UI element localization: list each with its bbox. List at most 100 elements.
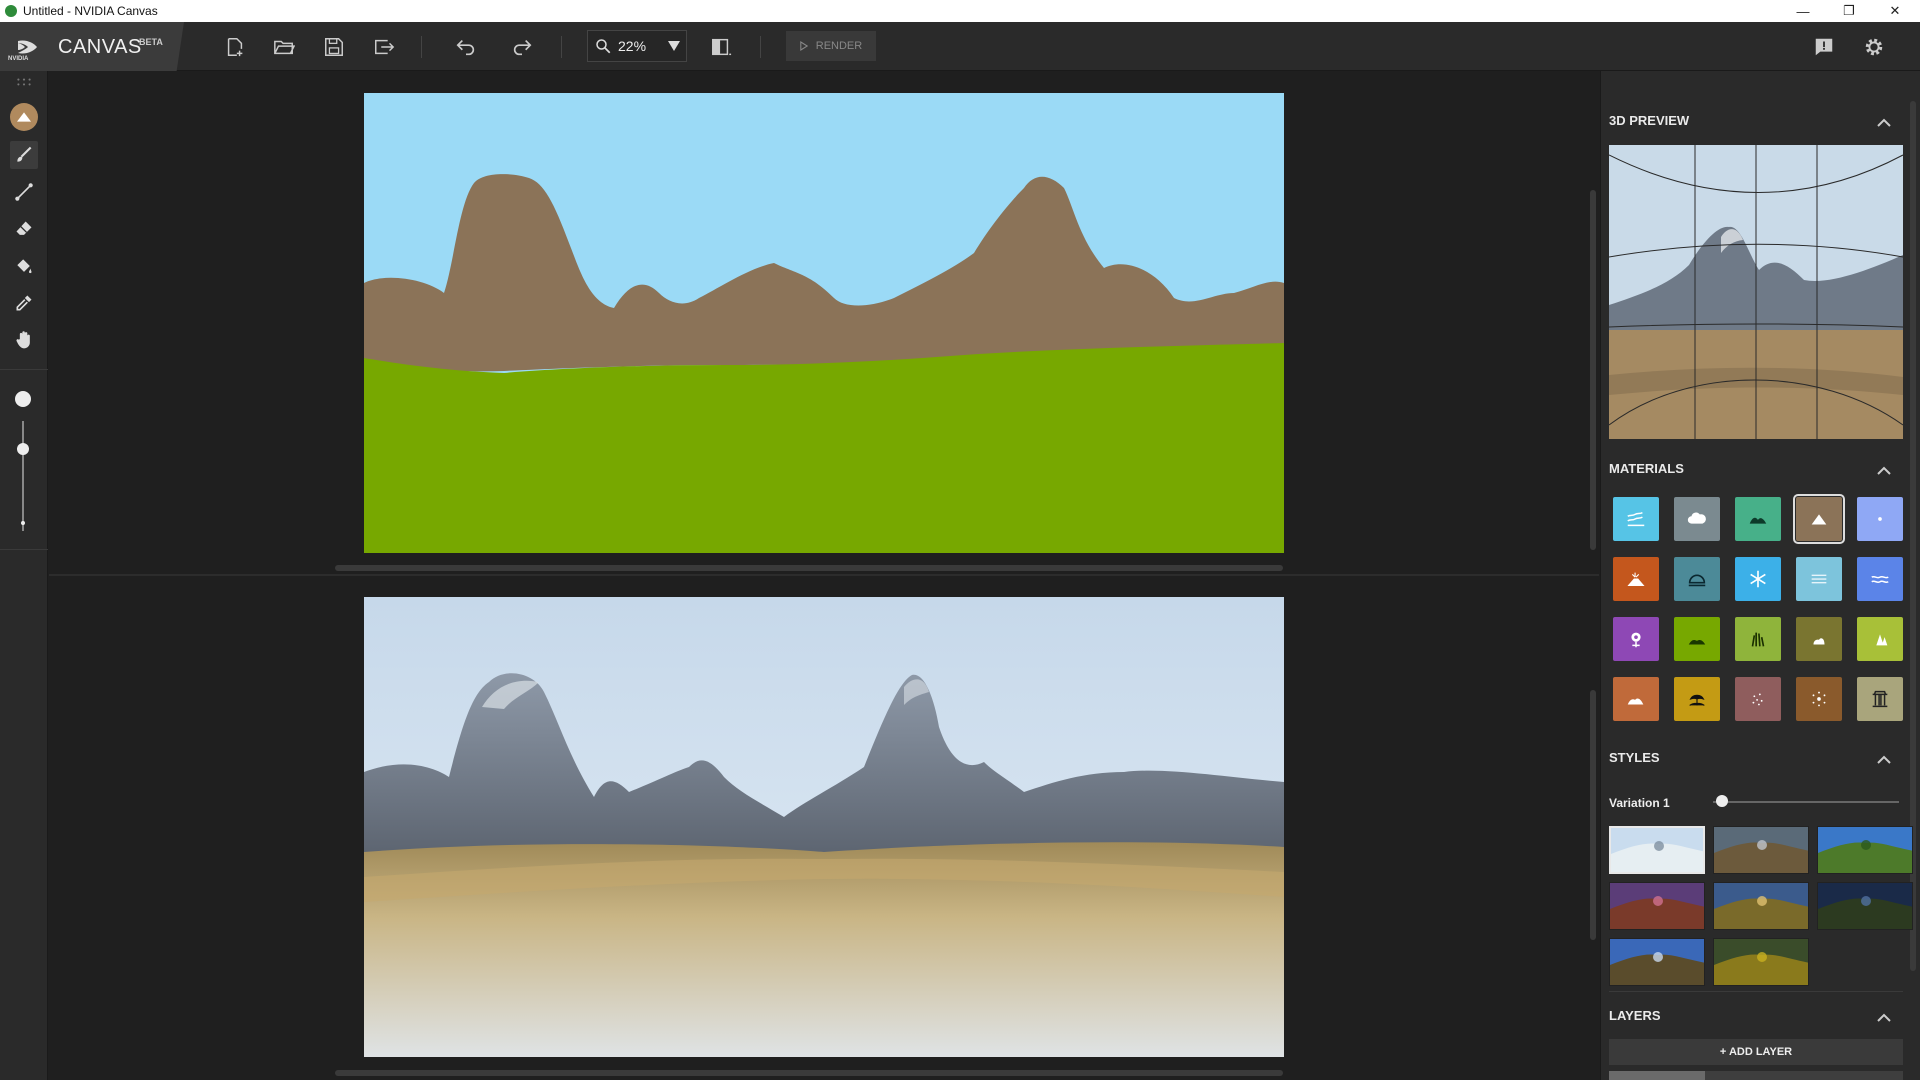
redo-button[interactable] bbox=[508, 33, 536, 61]
material-sand-button[interactable] bbox=[1674, 677, 1720, 721]
style-thumbnail-image bbox=[1611, 828, 1703, 872]
line-tool[interactable] bbox=[10, 178, 38, 206]
brush-size-slider[interactable] bbox=[22, 421, 24, 531]
brush-tool[interactable] bbox=[10, 141, 38, 169]
add-layer-button[interactable]: + ADD LAYER bbox=[1609, 1039, 1903, 1065]
style-thumbnail[interactable] bbox=[1609, 938, 1705, 986]
window-title-bar: Untitled - NVIDIA Canvas — ❐ ✕ bbox=[0, 0, 1920, 22]
style-thumbnail[interactable] bbox=[1713, 882, 1809, 930]
style-thumbnail[interactable] bbox=[1817, 826, 1913, 874]
water-icon bbox=[1627, 511, 1645, 527]
vertical-scrollbar[interactable] bbox=[1590, 190, 1596, 550]
export-button[interactable] bbox=[370, 33, 398, 61]
sand-icon bbox=[1689, 694, 1705, 706]
material-building-button[interactable] bbox=[1857, 677, 1903, 721]
separator bbox=[0, 369, 48, 370]
vertical-scrollbar[interactable] bbox=[1590, 690, 1596, 940]
material-volcano-button[interactable] bbox=[1613, 557, 1659, 601]
brand: NVIDIA CANVAS BETA bbox=[0, 22, 184, 71]
material-bush-button[interactable] bbox=[1796, 617, 1842, 661]
material-mountain-icon bbox=[10, 103, 38, 131]
style-thumbnail-image bbox=[1714, 939, 1808, 985]
right-panel: 3D PREVIEW MATERIALS STYLES Variation 1 bbox=[1600, 71, 1920, 1080]
app-icon bbox=[5, 5, 17, 17]
material-fog-button[interactable] bbox=[1796, 557, 1842, 601]
eraser-tool[interactable] bbox=[10, 215, 38, 243]
beta-badge: BETA bbox=[139, 37, 163, 47]
feedback-icon bbox=[1815, 38, 1833, 56]
tool-strip bbox=[0, 71, 48, 1080]
material-snow-button[interactable] bbox=[1735, 557, 1781, 601]
material-gravel-button[interactable] bbox=[1735, 677, 1781, 721]
fill-tool[interactable] bbox=[10, 252, 38, 280]
minimize-icon[interactable]: — bbox=[1780, 0, 1826, 22]
rendered-landscape-image bbox=[364, 597, 1284, 1057]
material-water-button[interactable] bbox=[1613, 497, 1659, 541]
material-sea-button[interactable] bbox=[1857, 557, 1903, 601]
new-file-button[interactable] bbox=[221, 33, 249, 61]
render-button[interactable]: RENDER bbox=[786, 31, 876, 61]
fill-bucket-icon bbox=[17, 259, 32, 274]
material-reeds-button[interactable] bbox=[1735, 617, 1781, 661]
compare-button[interactable] bbox=[707, 33, 735, 61]
compare-icon bbox=[712, 38, 732, 56]
eyedropper-tool[interactable] bbox=[10, 289, 38, 317]
brush-size-knob[interactable] bbox=[17, 442, 29, 455]
variation-label: Variation 1 bbox=[1609, 796, 1670, 810]
canvas-divider[interactable] bbox=[49, 574, 1599, 576]
style-thumbnail-image bbox=[1714, 827, 1808, 873]
style-thumbnail[interactable] bbox=[1609, 882, 1705, 930]
open-button[interactable] bbox=[270, 33, 298, 61]
chevron-up-icon[interactable] bbox=[1877, 118, 1891, 128]
chevron-down-icon[interactable] bbox=[668, 41, 680, 51]
material-dirt-button[interactable] bbox=[1613, 677, 1659, 721]
style-thumbnail[interactable] bbox=[1817, 882, 1913, 930]
save-icon bbox=[325, 38, 343, 56]
material-rock-button[interactable] bbox=[1796, 677, 1842, 721]
material-flower-button[interactable] bbox=[1613, 617, 1659, 661]
settings-button[interactable] bbox=[1860, 33, 1888, 61]
style-thumbnail-image bbox=[1818, 827, 1912, 873]
material-sky-button[interactable] bbox=[1857, 497, 1903, 541]
material-grass-button[interactable] bbox=[1674, 617, 1720, 661]
material-cloud-button[interactable] bbox=[1674, 497, 1720, 541]
variation-slider[interactable] bbox=[1713, 801, 1899, 803]
zoom-control[interactable]: 22% bbox=[587, 30, 687, 62]
restore-icon[interactable]: ❐ bbox=[1826, 0, 1872, 22]
close-icon[interactable]: ✕ bbox=[1872, 0, 1918, 22]
gear-icon bbox=[1865, 38, 1883, 56]
undo-button[interactable] bbox=[452, 33, 480, 61]
variation-slider-knob[interactable] bbox=[1716, 795, 1729, 807]
style-thumbnail[interactable] bbox=[1609, 826, 1705, 874]
brush-size-small-icon bbox=[21, 521, 25, 525]
horizontal-scrollbar[interactable] bbox=[335, 1070, 1283, 1076]
undo-icon bbox=[456, 39, 475, 56]
layer-item[interactable] bbox=[1609, 1071, 1705, 1080]
feedback-button[interactable] bbox=[1810, 33, 1838, 61]
material-hill-button[interactable] bbox=[1735, 497, 1781, 541]
pan-tool[interactable] bbox=[10, 326, 38, 354]
new-file-icon bbox=[227, 38, 243, 57]
chevron-up-icon[interactable] bbox=[1877, 755, 1891, 765]
mountain-icon bbox=[1811, 514, 1827, 525]
save-button[interactable] bbox=[320, 33, 348, 61]
layer-list[interactable] bbox=[1609, 1071, 1903, 1080]
drag-handle[interactable] bbox=[10, 75, 38, 89]
separator bbox=[760, 36, 761, 58]
paint-canvas[interactable] bbox=[364, 93, 1284, 553]
material-tree-button[interactable] bbox=[1857, 617, 1903, 661]
gravel-icon bbox=[1752, 693, 1763, 706]
style-thumbnail[interactable] bbox=[1713, 938, 1809, 986]
reeds-icon bbox=[1751, 632, 1765, 647]
chevron-up-icon[interactable] bbox=[1877, 466, 1891, 476]
chevron-up-icon[interactable] bbox=[1877, 1013, 1891, 1023]
style-thumbnail[interactable] bbox=[1713, 826, 1809, 874]
material-stone-button[interactable] bbox=[1674, 557, 1720, 601]
zoom-value[interactable]: 22% bbox=[618, 38, 646, 54]
grass-icon bbox=[1688, 639, 1706, 645]
horizontal-scrollbar[interactable] bbox=[335, 565, 1283, 571]
current-material-button[interactable] bbox=[10, 103, 38, 131]
3d-preview[interactable] bbox=[1609, 145, 1903, 439]
tree-icon bbox=[1876, 634, 1888, 646]
material-mountain-button[interactable] bbox=[1793, 494, 1845, 544]
